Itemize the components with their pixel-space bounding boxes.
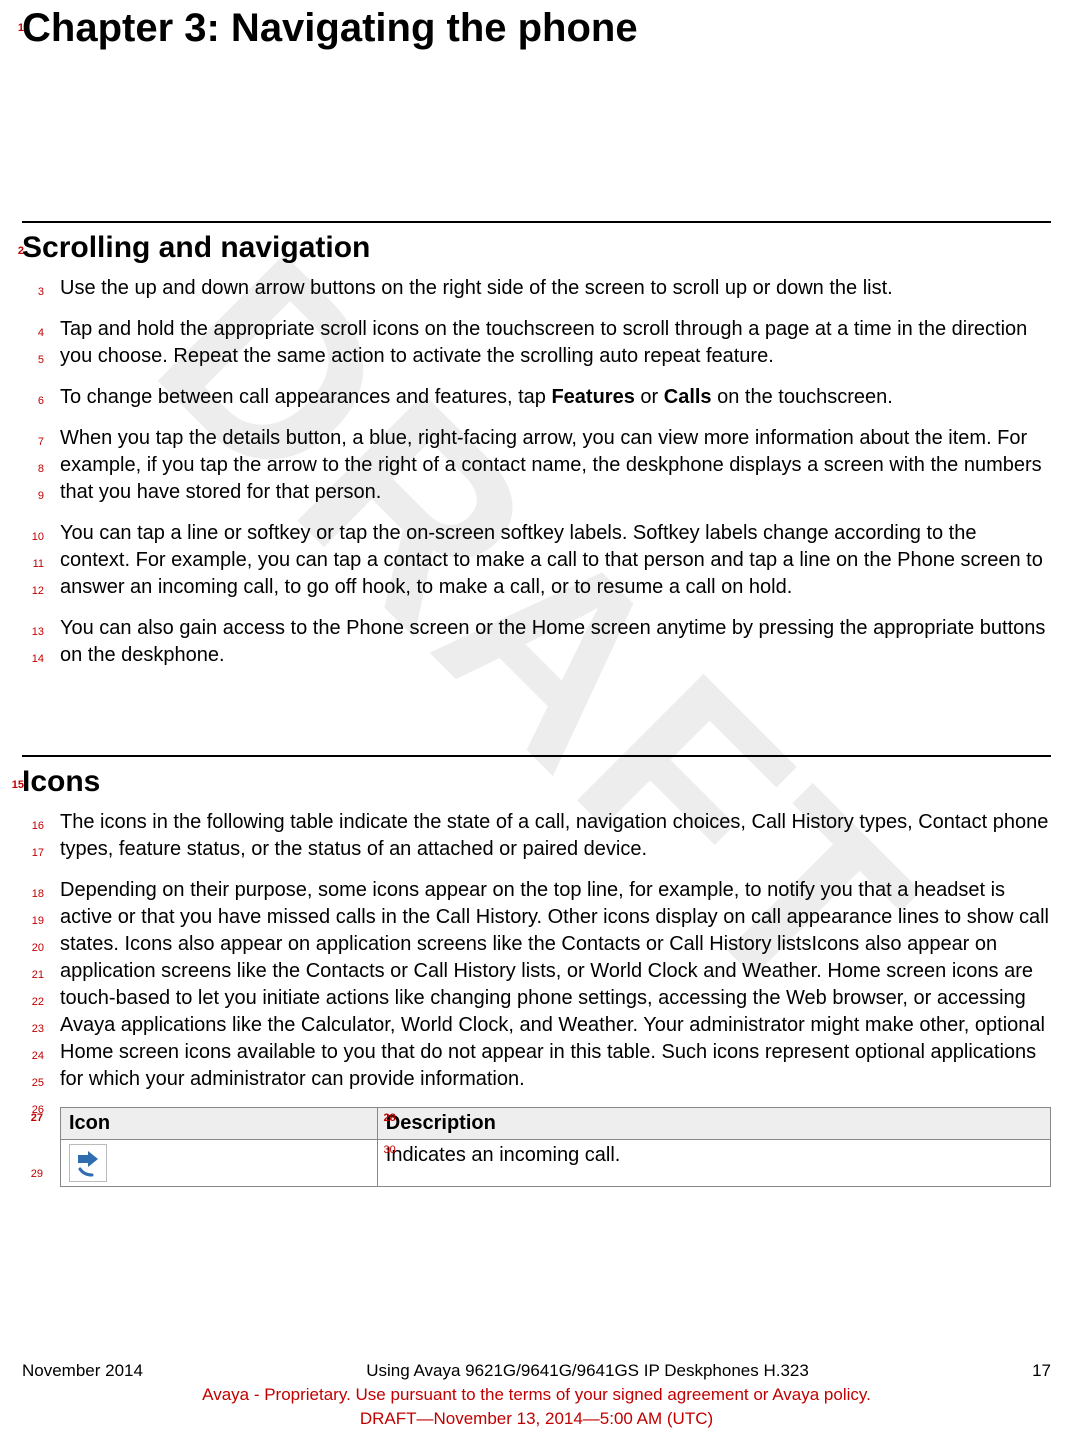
page-footer: November 2014 Using Avaya 9621G/9641G/96… (22, 1361, 1051, 1429)
line-number: 18 (22, 881, 44, 908)
body-paragraph: 18 19 20 21 22 23 24 25 26 Depending on … (22, 877, 1051, 1093)
line-number: 14 (22, 646, 44, 673)
table-cell-description: 30 Indicates an incoming call. (377, 1140, 1050, 1187)
paragraph-text: To change between call appearances and f… (60, 386, 893, 408)
line-number: 17 (22, 840, 44, 867)
footer-page-number: 17 (1032, 1361, 1051, 1381)
line-number: 12 (22, 578, 44, 605)
line-number: 16 (22, 813, 44, 840)
line-number: 28 (374, 1112, 396, 1124)
line-number: 20 (22, 935, 44, 962)
section-heading-text: Scrolling and navigation (22, 231, 370, 264)
line-number: 1 (2, 22, 24, 34)
line-number: 15 (2, 779, 24, 791)
incoming-call-icon (69, 1144, 107, 1182)
body-paragraph: 3 Use the up and down arrow buttons on t… (22, 275, 1051, 302)
body-paragraph: 7 8 9 When you tap the details button, a… (22, 425, 1051, 506)
paragraph-text: You can also gain access to the Phone sc… (60, 617, 1045, 666)
chapter-title-text: Chapter 3: Navigating the phone (22, 6, 638, 50)
line-number: 22 (22, 989, 44, 1016)
section-rule (22, 755, 1051, 757)
line-number: 29 (21, 1168, 43, 1180)
line-number: 8 (22, 456, 44, 483)
section-heading-icons: 15 Icons (22, 765, 1051, 799)
section-heading-text: Icons (22, 765, 100, 798)
section-heading-scrolling: 2 Scrolling and navigation (22, 231, 1051, 265)
line-number: 4 (22, 320, 44, 347)
paragraph-text: When you tap the details button, a blue,… (60, 427, 1042, 503)
line-number: 19 (22, 908, 44, 935)
chapter-title: 1 Chapter 3: Navigating the phone (22, 0, 1051, 51)
table-header-label: Icon (69, 1112, 110, 1134)
table-cell-icon: 29 (61, 1140, 378, 1187)
table-row: 29 30 Indicates an incoming call. (61, 1140, 1051, 1187)
line-number: 2 (2, 245, 24, 257)
footer-date: November 2014 (22, 1361, 143, 1381)
paragraph-text: You can tap a line or softkey or tap the… (60, 522, 1043, 598)
line-number: 30 (374, 1144, 396, 1156)
line-number: 9 (22, 483, 44, 510)
line-number: 21 (22, 962, 44, 989)
table-header-label: Description (386, 1112, 496, 1134)
footer-draft-stamp: DRAFT—November 13, 2014—5:00 AM (UTC) (22, 1409, 1051, 1429)
line-number: 7 (22, 429, 44, 456)
line-number: 23 (22, 1016, 44, 1043)
line-number: 11 (22, 551, 44, 578)
line-number: 24 (22, 1043, 44, 1070)
paragraph-text: The icons in the following table indicat… (60, 811, 1048, 860)
line-number: 25 (22, 1070, 44, 1097)
body-paragraph: 6 To change between call appearances and… (22, 384, 1051, 411)
paragraph-text: Depending on their purpose, some icons a… (60, 879, 1049, 1090)
line-number: 13 (22, 619, 44, 646)
section-rule (22, 221, 1051, 223)
paragraph-text: Tap and hold the appropriate scroll icon… (60, 318, 1027, 367)
line-number: 3 (22, 279, 44, 306)
body-paragraph: 4 5 Tap and hold the appropriate scroll … (22, 316, 1051, 370)
line-number: 10 (22, 524, 44, 551)
page-content: 1 Chapter 3: Navigating the phone 2 Scro… (0, 0, 1073, 1187)
table-header-description: 28 Description (377, 1108, 1050, 1140)
line-number: 6 (22, 388, 44, 415)
table-header-icon: 27 Icon (61, 1108, 378, 1140)
body-paragraph: 13 14 You can also gain access to the Ph… (22, 615, 1051, 669)
line-number: 5 (22, 347, 44, 374)
table-cell-text: Indicates an incoming call. (386, 1144, 621, 1166)
paragraph-text: Use the up and down arrow buttons on the… (60, 277, 893, 299)
icons-table: 27 Icon 28 Description 29 (60, 1107, 1051, 1187)
table-header-row: 27 Icon 28 Description (61, 1108, 1051, 1140)
body-paragraph: 16 17 The icons in the following table i… (22, 809, 1051, 863)
footer-doc-title: Using Avaya 9621G/9641G/9641GS IP Deskph… (366, 1361, 809, 1381)
body-paragraph: 10 11 12 You can tap a line or softkey o… (22, 520, 1051, 601)
line-number: 27 (21, 1112, 43, 1124)
footer-proprietary: Avaya - Proprietary. Use pursuant to the… (22, 1385, 1051, 1405)
